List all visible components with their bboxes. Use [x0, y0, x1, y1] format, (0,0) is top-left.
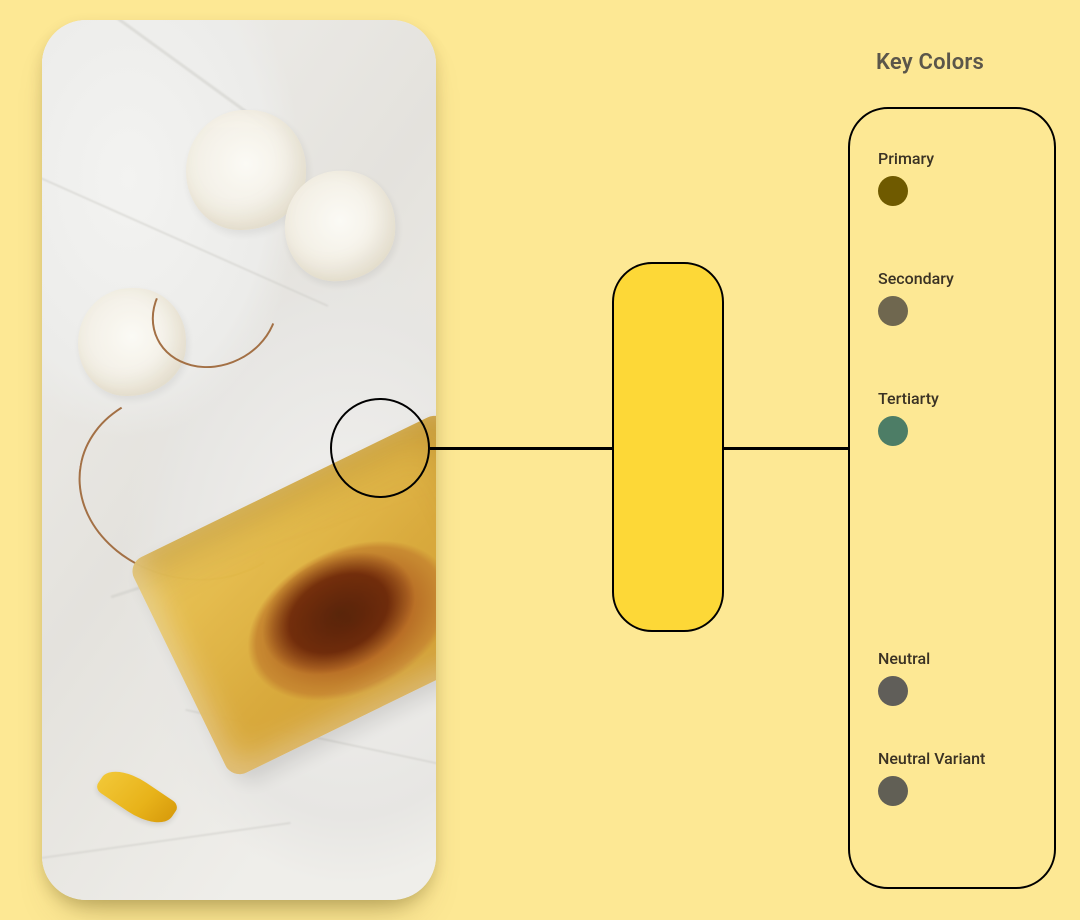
- color-entry-tertiary: Tertiarty: [878, 389, 1034, 446]
- key-colors-title: Key Colors: [876, 50, 984, 75]
- color-label: Primary: [878, 149, 1034, 168]
- flower-illustration: [285, 171, 395, 281]
- color-entry-neutral-variant: Neutral Variant: [878, 749, 1034, 806]
- color-entry-primary: Primary: [878, 149, 1034, 206]
- color-label: Tertiarty: [878, 389, 1034, 408]
- color-label: Neutral Variant: [878, 749, 1034, 768]
- connector-line: [724, 447, 848, 450]
- color-swatch: [878, 296, 908, 326]
- color-swatch: [878, 416, 908, 446]
- color-swatch: [878, 176, 908, 206]
- color-label: Neutral: [878, 649, 1034, 668]
- key-colors-panel: Primary Secondary Tertiarty Neutral Neut…: [848, 107, 1056, 889]
- diagram-stage: Key Colors Primary Secondary Tertiarty N…: [0, 0, 1080, 920]
- connector-line: [430, 447, 612, 450]
- color-swatch: [878, 676, 908, 706]
- color-entry-secondary: Secondary: [878, 269, 1034, 326]
- color-sample-ring-icon: [330, 398, 430, 498]
- color-swatch: [878, 776, 908, 806]
- sampled-accent-chip: [612, 262, 724, 632]
- color-label: Secondary: [878, 269, 1034, 288]
- color-entry-neutral: Neutral: [878, 649, 1034, 706]
